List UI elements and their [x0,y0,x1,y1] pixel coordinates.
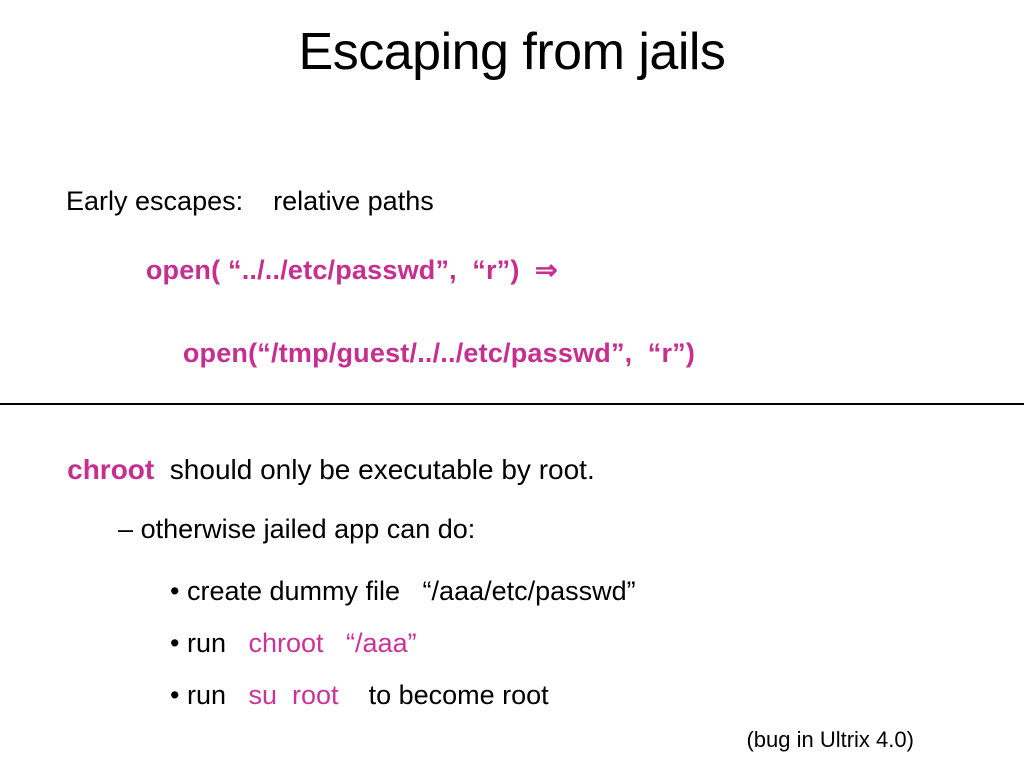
footnote: (bug in Ultrix 4.0) [722,702,914,778]
dash-bullet-marker: – [118,514,134,545]
code-line-1: open( “../../etc/passwd”, “r”) ⇒ [115,224,558,317]
code-line-1-text: open( “../../etc/passwd”, “r”) [145,255,520,286]
bullet-text-after: to become root [338,680,549,711]
slide-title: Escaping from jails [298,23,726,81]
section-divider [0,403,1024,405]
code-line-2-text: open(“/tmp/guest/../../etc/passwd”, “r”) [182,338,696,369]
bullet-code: su root [248,680,339,711]
implies-arrow-icon: ⇒ [534,255,558,286]
chroot-heading-rest: should only be executable by root. [154,454,595,486]
chroot-keyword: chroot [67,454,155,486]
early-escapes-label: Early escapes: [66,186,244,217]
slide-canvas: Escaping from jails Early escapes: relat… [0,0,1024,768]
early-escapes-value: relative paths [273,186,434,217]
code-line-2: open(“/tmp/guest/../../etc/passwd”, “r”) [152,307,695,400]
footnote-text: (bug in Ultrix 4.0) [746,727,914,753]
list-item: • run su root to become root [140,649,549,742]
bullet-text-before: run [186,680,249,711]
dash-bullet-text: otherwise jailed app can do: [140,514,476,545]
